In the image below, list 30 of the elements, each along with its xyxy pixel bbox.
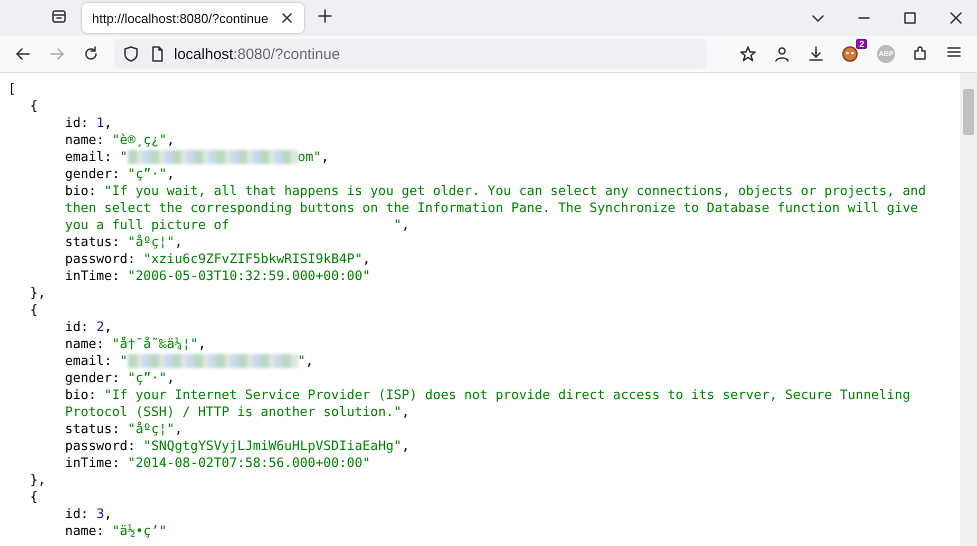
json-field-line: name: "å†¯å˜‰ä¼¦",	[65, 336, 207, 353]
star-icon[interactable]	[739, 45, 758, 63]
json-field-line: password: "xziu6c9ZFvZIF5bkwRISI9kB4P",	[65, 251, 372, 268]
scrollbar[interactable]	[960, 73, 977, 546]
json-field-line: inTime: "2014-08-02T07:58:56.000+00:00"	[65, 455, 372, 472]
json-brace: {	[30, 99, 38, 114]
json-field-line: name: "è®¸ç¿",	[65, 132, 176, 149]
extension-badge: 2	[856, 39, 868, 49]
address-bar[interactable]: localhost:8080/?continue	[114, 39, 708, 69]
browser-tab[interactable]: http://localhost:8080/?continue	[82, 3, 304, 33]
account-icon[interactable]	[773, 45, 792, 63]
json-bracket: [	[8, 82, 16, 97]
json-field-line: name: "ä½•ç’"	[65, 523, 168, 540]
json-field-line: status: "åºç¦",	[65, 234, 184, 251]
json-brace: {	[30, 303, 38, 318]
download-icon[interactable]	[807, 45, 826, 63]
json-field-line: id: 2,	[65, 319, 113, 336]
json-field-line: password: "SNQgtgYSVyjLJmiW6uHLpVSDIiaEaHg",	[65, 438, 410, 455]
json-brace: },	[30, 473, 46, 488]
json-field-line: id: 3,	[65, 506, 113, 523]
json-field-line: gender: "ç”·",	[65, 166, 176, 183]
json-field-line: status: "åºç¦",	[65, 421, 184, 438]
json-brace: {	[30, 490, 38, 505]
shield-icon	[122, 45, 140, 63]
extension-face-icon[interactable]	[841, 44, 860, 62]
plus-icon[interactable]	[316, 6, 334, 24]
json-field-line: gender: "ç”·",	[65, 370, 176, 387]
json-field-line: id: 1,	[65, 115, 113, 132]
json-field-line: inTime: "2006-05-03T10:32:59.000+00:00"	[65, 268, 372, 285]
json-brace: },	[30, 286, 46, 301]
